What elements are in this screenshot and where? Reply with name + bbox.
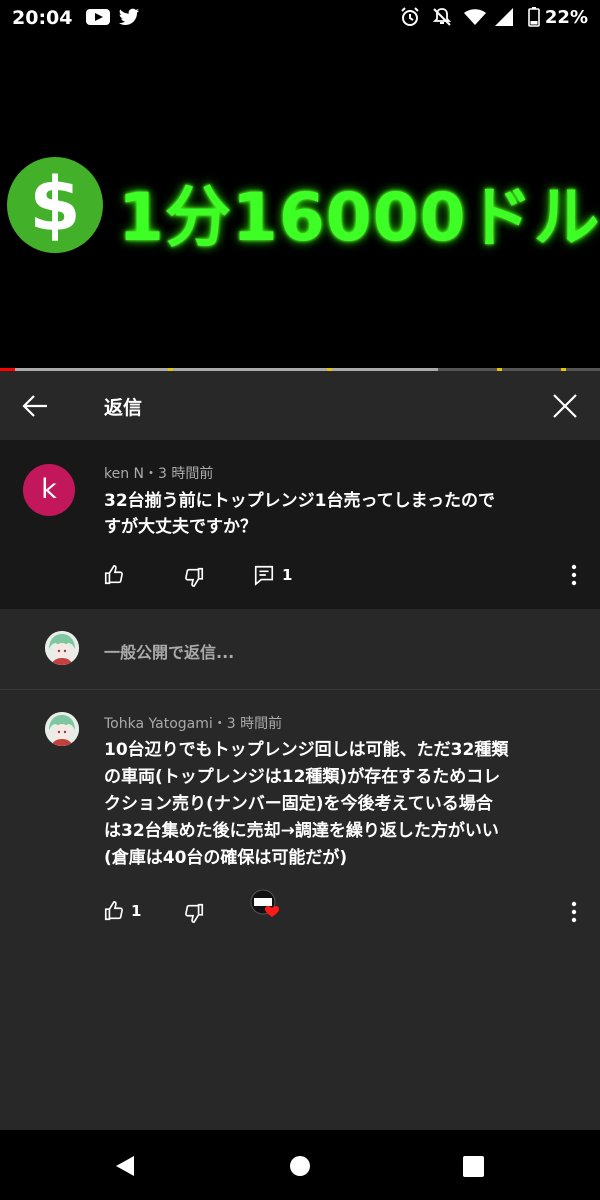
parent-comment: k ken N・3 時間前 32台揃う前にトップレンジ1台売ってしまったので す…	[0, 440, 600, 609]
reply-input-placeholder[interactable]: 一般公開で返信...	[104, 639, 234, 663]
status-bar: 20:04 22%	[0, 0, 600, 36]
avatar[interactable]	[45, 712, 79, 746]
reply-count: 1	[282, 566, 293, 584]
reply-icon[interactable]	[253, 564, 275, 586]
comment-meta: ken N・3 時間前	[104, 466, 214, 482]
status-time: 20:04	[12, 7, 73, 29]
more-options-icon[interactable]	[571, 901, 577, 923]
battery-icon	[528, 7, 540, 27]
system-nav-bar	[0, 1130, 600, 1200]
battery-percent: 22%	[544, 7, 588, 28]
like-icon[interactable]	[103, 900, 125, 922]
like-icon[interactable]	[103, 564, 125, 586]
comment-text-line: は32台集めた後に売却→調達を繰り返した方がいい	[104, 821, 499, 841]
wifi-icon	[464, 9, 486, 25]
dollar-icon: $	[7, 157, 103, 253]
dollar-symbol: $	[29, 162, 81, 248]
mute-icon	[432, 8, 452, 26]
signal-icon	[495, 8, 513, 26]
comment-text-line: の車両(トップレンジは12種類)が存在するためコレ	[104, 767, 501, 787]
avatar[interactable]: k	[23, 464, 75, 516]
panel-title: 返信	[104, 397, 143, 419]
nav-home-icon[interactable]	[289, 1155, 311, 1177]
twitter-icon	[118, 8, 140, 25]
replies-header: 返信	[0, 371, 600, 440]
like-count: 1	[131, 902, 142, 920]
comment-text-line: クション売り(ナンバー固定)を今後考えている場合	[104, 794, 493, 814]
video-title-text: 1分16000ドル	[118, 179, 600, 256]
more-options-icon[interactable]	[571, 564, 577, 586]
nav-back-icon[interactable]	[114, 1155, 136, 1177]
dislike-icon[interactable]	[183, 566, 205, 588]
comment-text-line: すが大丈夫ですか？	[104, 517, 257, 537]
dislike-icon[interactable]	[183, 902, 205, 924]
back-arrow-icon[interactable]	[20, 391, 50, 421]
reply-comment: Tohka Yatogami・3 時間前 10台辺りでもトップレンジ回しは可能、…	[0, 690, 600, 1130]
close-icon[interactable]	[550, 391, 580, 421]
nav-recents-icon[interactable]	[463, 1156, 484, 1177]
reply-input-row[interactable]: 一般公開で返信...	[0, 609, 600, 690]
comment-text-line: 10台辺りでもトップレンジ回しは可能、ただ32種類	[104, 740, 509, 760]
youtube-icon	[86, 9, 110, 25]
comment-meta: Tohka Yatogami・3 時間前	[104, 716, 283, 732]
creator-heart-icon	[250, 889, 279, 917]
comment-text-line: 32台揃う前にトップレンジ1台売ってしまったので	[104, 491, 495, 511]
video-player[interactable]: $ 1分16000ドル	[0, 36, 600, 370]
alarm-icon	[401, 7, 419, 26]
user-avatar	[45, 631, 79, 665]
comment-text-line: (倉庫は40台の確保は可能だが)	[104, 848, 348, 868]
